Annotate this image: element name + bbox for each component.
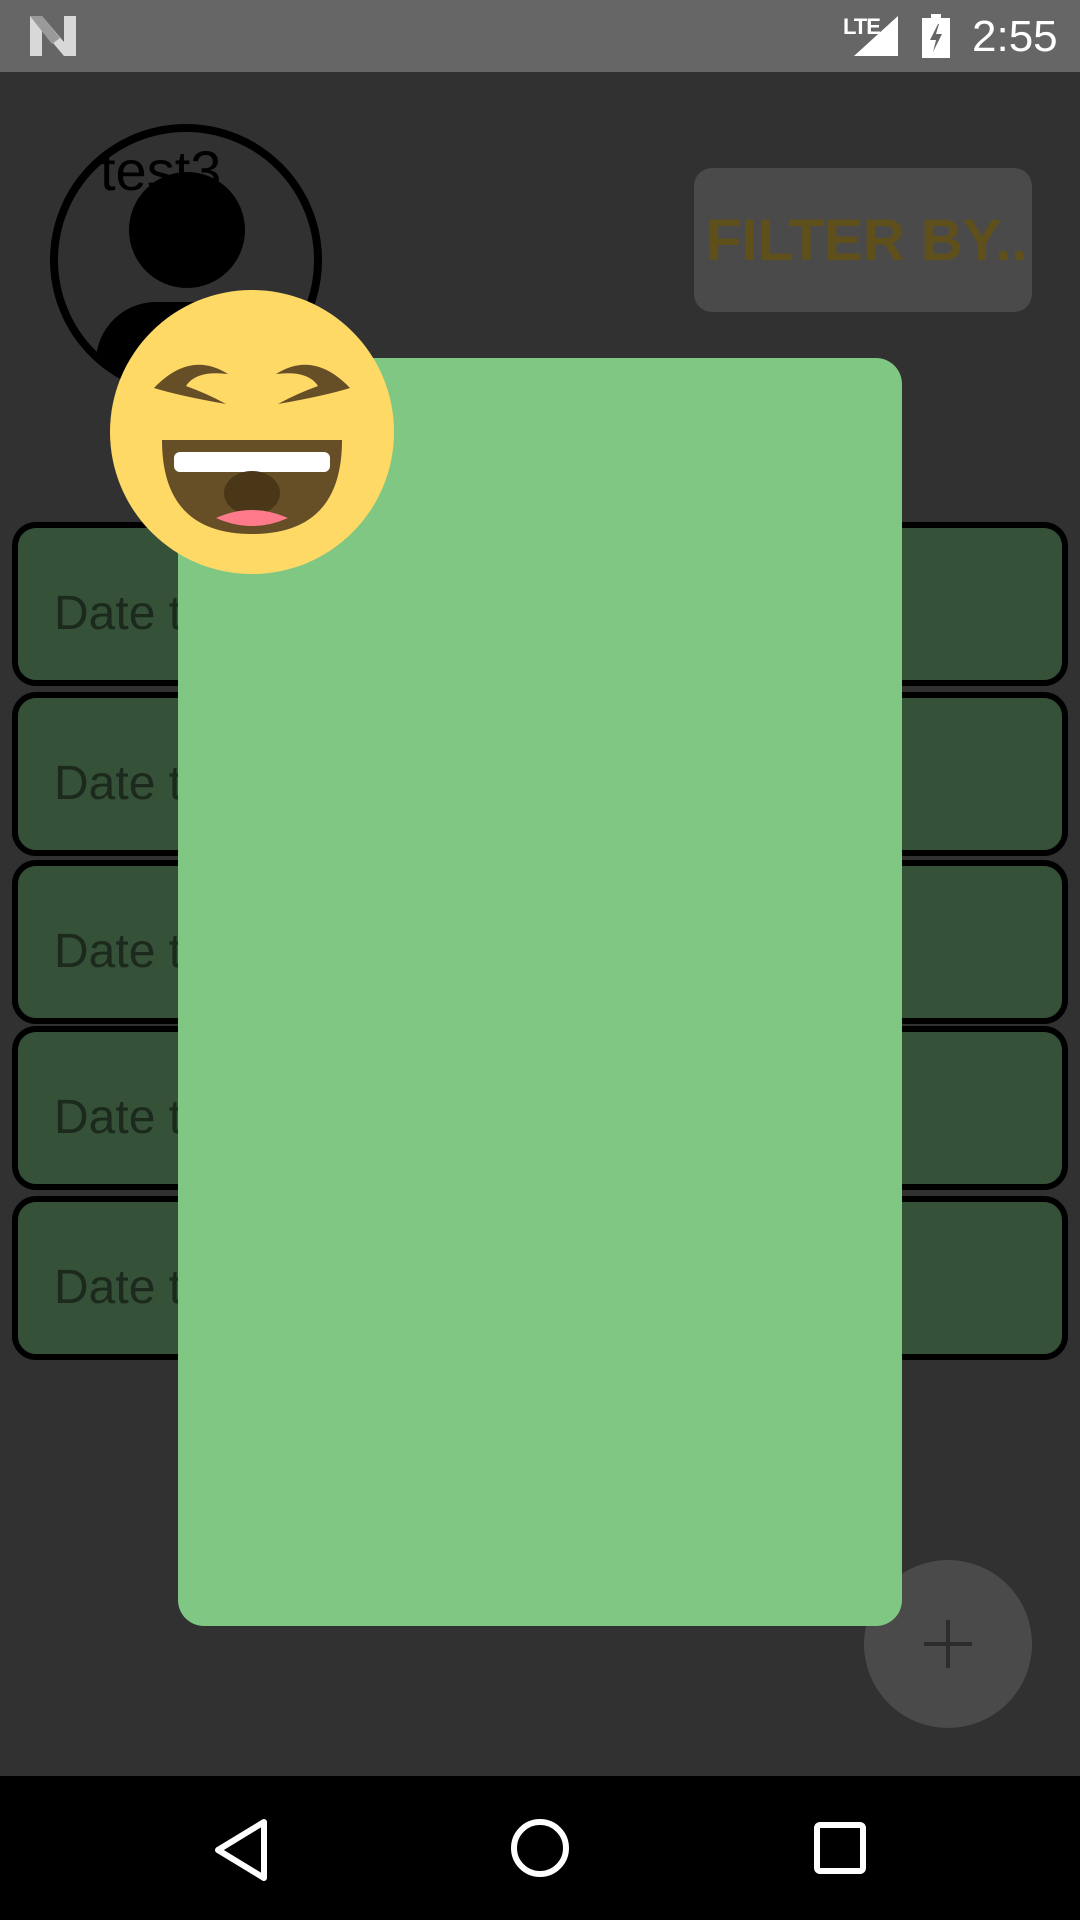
n-logo-icon — [30, 16, 76, 56]
status-clock: 2:55 — [972, 12, 1058, 61]
screen: LTE 2:55 test3 FILTER BY... Date t : Dat… — [0, 0, 1080, 1920]
recents-button[interactable] — [760, 1776, 920, 1920]
status-bar: LTE 2:55 — [0, 0, 1080, 72]
grinning-squinting-face-icon — [110, 290, 394, 574]
home-button[interactable] — [460, 1776, 620, 1920]
list-item-label: Date t — [54, 1261, 183, 1314]
filter-by-button[interactable]: FILTER BY... — [694, 168, 1032, 312]
recents-icon — [814, 1822, 866, 1874]
plus-icon-vertical — [946, 1620, 950, 1668]
back-button[interactable] — [160, 1776, 320, 1920]
list-item-label: Date t — [54, 757, 183, 810]
home-icon — [511, 1819, 569, 1877]
profile-name: test3 — [100, 139, 222, 202]
battery-charging-icon — [922, 14, 950, 58]
list-item-label: Date t — [54, 925, 183, 978]
signal-icon — [854, 16, 898, 56]
list-item-label: Date t — [54, 1091, 183, 1144]
navigation-bar — [0, 1776, 1080, 1920]
list-item-label: Date t — [54, 587, 183, 640]
back-icon — [215, 1819, 267, 1881]
